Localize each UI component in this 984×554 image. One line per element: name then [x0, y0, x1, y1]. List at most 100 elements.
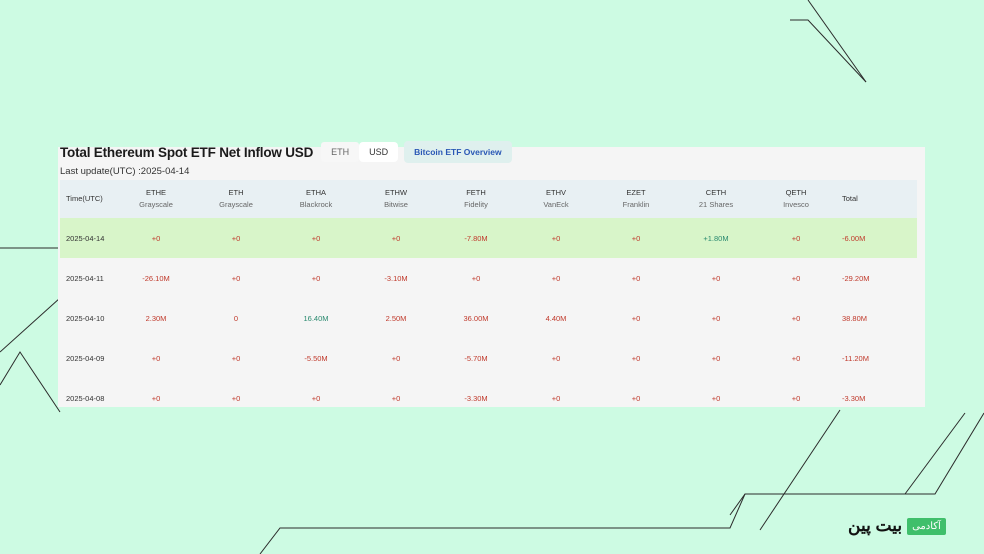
cell-value: 0 [233, 313, 239, 323]
table-row: 2025-04-14 +0 +0 +0 +0 -7.80M +0 +0 +1.80M +0 -6.0… [60, 218, 917, 258]
column-issuer: VanEck [543, 200, 569, 209]
column-header-qeth: QETH Invesco [756, 180, 836, 218]
toggle-usd[interactable]: USD [359, 142, 399, 162]
column-issuer: Grayscale [139, 200, 173, 209]
column-ticker: ETHA [305, 188, 326, 198]
column-ticker: CETH [705, 188, 727, 198]
page-title: Total Ethereum Spot ETF Net Inflow USD [60, 144, 314, 160]
brand-logo: بیت پین آکادمی [848, 515, 946, 537]
cell-value: +0 [276, 218, 356, 258]
column-issuer: Fidelity [464, 200, 488, 209]
cell-value: -5.50M [304, 353, 328, 363]
brand-name: بیت پین [848, 516, 903, 535]
cell-value: -26.10M [142, 273, 170, 283]
cell-value: +0 [391, 353, 401, 363]
column-header-ezet: EZET Franklin [596, 180, 676, 218]
cell-value: +0 [151, 393, 161, 403]
cell-value: +0 [231, 273, 241, 283]
cell-value: +0 [311, 393, 321, 403]
column-header-etha: ETHA Blackrock [276, 180, 356, 218]
row-date: 2025-04-09 [66, 353, 105, 363]
column-ticker: ETHW [384, 188, 408, 198]
cell-value: +0 [311, 273, 321, 283]
cell-value: +0 [551, 273, 561, 283]
cell-value: +0 [196, 218, 276, 258]
row-date: 2025-04-14 [60, 218, 116, 258]
cell-value: +0 [356, 218, 436, 258]
column-issuer: Grayscale [219, 200, 253, 209]
column-header-eth: ETH Grayscale [196, 180, 276, 218]
table-body: 2025-04-14 +0 +0 +0 +0 -7.80M +0 +0 +1.80M +0 -6.0… [60, 218, 917, 418]
column-issuer: Blackrock [299, 200, 333, 209]
cell-value: 4.40M [545, 313, 567, 323]
header-row: Total Ethereum Spot ETF Net Inflow USD E… [60, 140, 512, 164]
currency-toggle: ETH USD [321, 142, 399, 162]
cell-value: +0 [551, 353, 561, 363]
cell-value: +0 [791, 393, 801, 403]
row-total: -29.20M [842, 273, 870, 283]
brand-tag: آکادمی [907, 517, 946, 535]
column-ticker: ETHE [145, 188, 166, 198]
total-header: Total [836, 180, 917, 218]
cell-value: +0 [631, 393, 641, 403]
column-issuer: Franklin [622, 200, 650, 209]
cell-value: +0 [711, 313, 721, 323]
row-total: -3.30M [842, 393, 866, 403]
row-total: -11.20M [842, 353, 869, 363]
cell-value: +0 [631, 273, 641, 283]
column-header-ceth: CETH 21 Shares [676, 180, 756, 218]
column-header-ethv: ETHV VanEck [516, 180, 596, 218]
column-header-ethw: ETHW Bitwise [356, 180, 436, 218]
table-row: 2025-04-11 -26.10M +0 +0 -3.10M +0 +0 +0 +0 +0 -29… [60, 258, 917, 298]
table-row: 2025-04-08 +0 +0 +0 +0 -3.30M +0 +0 +0 +0 -3.30M [60, 378, 917, 418]
cell-value: -7.80M [436, 218, 516, 258]
time-header: Time(UTC) [60, 180, 116, 218]
last-update: Last update(UTC) :2025-04-14 [60, 166, 190, 177]
column-ticker: ETH [228, 188, 244, 198]
cell-value: +0 [711, 273, 721, 283]
cell-value: +0 [791, 313, 801, 323]
column-ticker: EZET [626, 188, 646, 198]
cell-value: +0 [631, 353, 641, 363]
column-issuer: Invesco [783, 200, 809, 209]
row-date: 2025-04-11 [66, 273, 104, 283]
cell-value: +0 [711, 353, 721, 363]
toggle-eth[interactable]: ETH [321, 142, 360, 162]
cell-value: +0 [231, 353, 241, 363]
table-row: 2025-04-10 2.30M 0 16.40M 2.50M 36.00M 4.40M +0… [60, 298, 917, 338]
cell-value: 36.00M [463, 313, 489, 323]
cell-value: +0 [791, 353, 801, 363]
cell-value: +0 [551, 393, 561, 403]
row-date: 2025-04-10 [66, 313, 105, 323]
cell-value: +0 [711, 393, 721, 403]
row-total: -6.00M [836, 218, 917, 258]
cell-value: +0 [391, 393, 401, 403]
column-ticker: FETH [466, 188, 486, 198]
cell-value: +0 [756, 218, 836, 258]
column-header-feth: FETH Fidelity [436, 180, 516, 218]
row-total: 38.80M [842, 313, 868, 323]
column-issuer: 21 Shares [698, 200, 734, 209]
column-ticker: QETH [785, 188, 807, 198]
cell-value: +0 [631, 313, 641, 323]
cell-value: 16.40M [303, 313, 329, 323]
row-date: 2025-04-08 [66, 393, 105, 403]
cell-value: -3.30M [464, 393, 488, 403]
cell-value: +0 [516, 218, 596, 258]
cell-value: +0 [596, 218, 676, 258]
cell-value: +0 [116, 218, 196, 258]
column-header-ethe: ETHE Grayscale [116, 180, 196, 218]
column-issuer: Bitwise [384, 200, 408, 209]
cell-value: +0 [791, 273, 801, 283]
cell-value: -3.10M [384, 273, 408, 283]
cell-value: 2.30M [145, 313, 167, 323]
column-ticker: ETHV [545, 188, 566, 198]
cell-value: 2.50M [385, 313, 407, 323]
bitcoin-etf-overview-button[interactable]: Bitcoin ETF Overview [404, 141, 512, 163]
table-row: 2025-04-09 +0 +0 -5.50M +0 -5.70M +0 +0 +0 +0 -11.… [60, 338, 917, 378]
cell-value: -5.70M [464, 353, 488, 363]
cell-value: +0 [471, 273, 481, 283]
table-header-row: Time(UTC) ETHE Grayscale ETH Grayscale ETHA B… [60, 180, 917, 218]
cell-value: +1.80M [676, 218, 756, 258]
cell-value: +0 [151, 353, 161, 363]
